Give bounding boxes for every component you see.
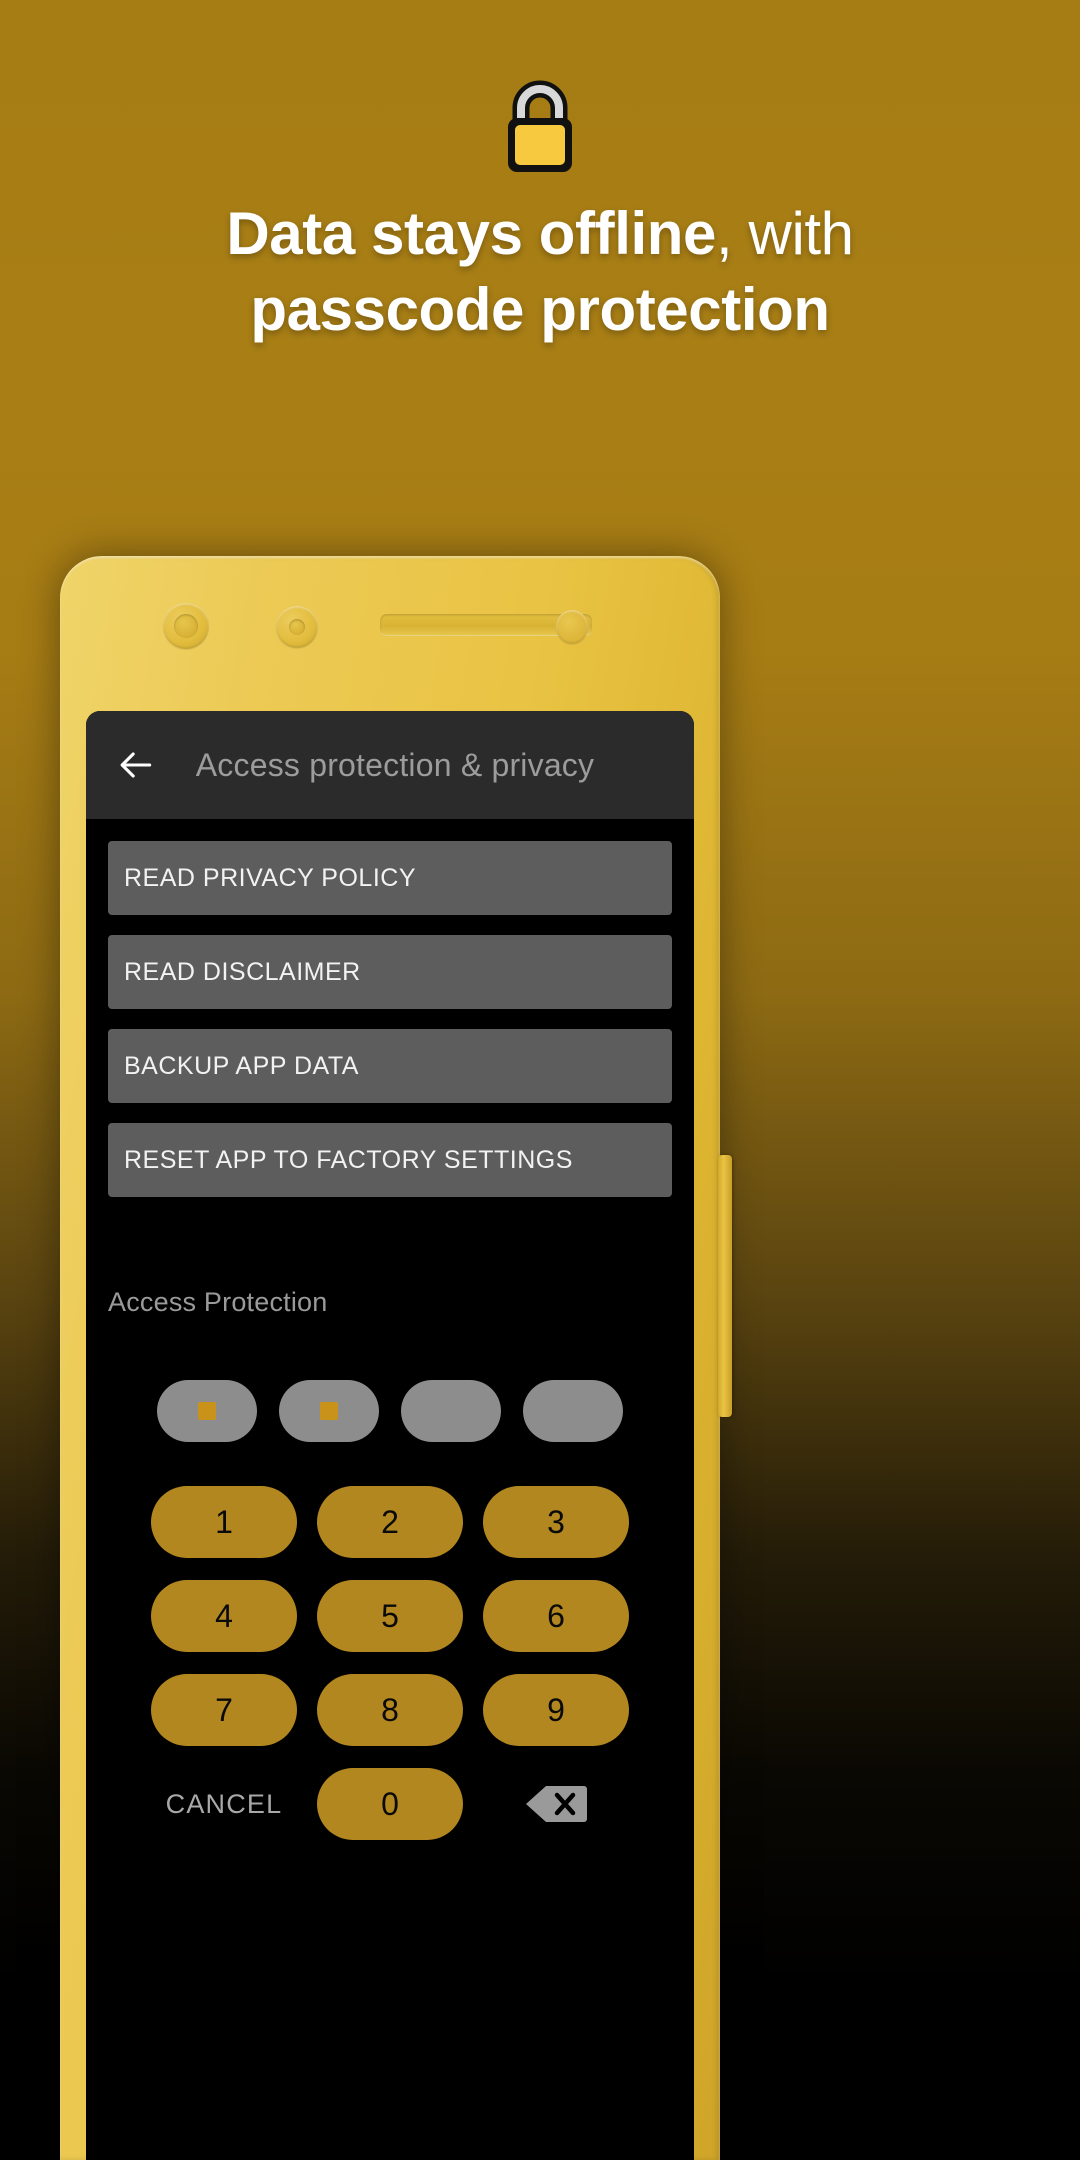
passcode-indicator-row xyxy=(86,1380,694,1442)
key-0[interactable]: 0 xyxy=(317,1768,463,1840)
key-2[interactable]: 2 xyxy=(317,1486,463,1558)
proximity-sensor-icon xyxy=(276,606,318,648)
padlock-icon xyxy=(497,76,583,176)
numeric-keypad: 1 2 3 4 5 6 7 8 9 CANCEL 0 xyxy=(86,1486,694,1840)
key-1[interactable]: 1 xyxy=(151,1486,297,1558)
headline-line-2: passcode protection xyxy=(250,276,830,343)
keypad-row-2: 4 5 6 xyxy=(102,1580,678,1652)
read-disclaimer-button[interactable]: READ DISCLAIMER xyxy=(108,935,672,1009)
read-privacy-policy-button[interactable]: READ PRIVACY POLICY xyxy=(108,841,672,915)
camera-icon xyxy=(163,603,209,649)
passcode-slot-4[interactable] xyxy=(523,1380,623,1442)
headline-regular-1: , with xyxy=(715,200,854,267)
key-9[interactable]: 9 xyxy=(483,1674,629,1746)
backup-app-data-button[interactable]: BACKUP APP DATA xyxy=(108,1029,672,1103)
keypad-row-3: 7 8 9 xyxy=(102,1674,678,1746)
access-protection-section-label: Access Protection xyxy=(108,1287,328,1317)
key-7[interactable]: 7 xyxy=(151,1674,297,1746)
promo-screenshot: Data stays offline, with passcode protec… xyxy=(0,0,1080,2160)
key-8[interactable]: 8 xyxy=(317,1674,463,1746)
passcode-filled-dot xyxy=(320,1402,338,1420)
action-button-label: BACKUP APP DATA xyxy=(124,1051,359,1080)
headline-line-1: Data stays offline, with xyxy=(40,196,1040,272)
phone-mockup: Access protection & privacy READ PRIVACY… xyxy=(60,556,720,2160)
reset-app-to-factory-settings-button[interactable]: RESET APP TO FACTORY SETTINGS xyxy=(108,1123,672,1197)
passcode-filled-dot xyxy=(198,1402,216,1420)
passcode-slot-3[interactable] xyxy=(401,1380,501,1442)
keypad-row-4: CANCEL 0 xyxy=(102,1768,678,1840)
light-sensor-icon xyxy=(556,610,588,644)
passcode-slot-1[interactable] xyxy=(157,1380,257,1442)
key-5[interactable]: 5 xyxy=(317,1580,463,1652)
key-6[interactable]: 6 xyxy=(483,1580,629,1652)
action-button-label: READ PRIVACY POLICY xyxy=(124,863,416,892)
key-3[interactable]: 3 xyxy=(483,1486,629,1558)
key-4[interactable]: 4 xyxy=(151,1580,297,1652)
backspace-icon[interactable] xyxy=(483,1782,629,1826)
passcode-slot-2[interactable] xyxy=(279,1380,379,1442)
page-title: Data stays offline, with passcode protec… xyxy=(0,196,1080,348)
power-button[interactable] xyxy=(718,1155,732,1417)
app-bar-title: Access protection & privacy xyxy=(195,746,595,783)
cancel-button[interactable]: CANCEL xyxy=(151,1789,297,1820)
phone-screen: Access protection & privacy READ PRIVACY… xyxy=(86,711,694,2160)
app-bar: Access protection & privacy xyxy=(86,711,694,819)
action-button-label: RESET APP TO FACTORY SETTINGS xyxy=(124,1145,573,1174)
headline-bold-1: Data stays offline xyxy=(226,200,716,267)
action-button-label: READ DISCLAIMER xyxy=(124,957,361,986)
action-button-list: READ PRIVACY POLICY READ DISCLAIMER BACK… xyxy=(86,819,694,1197)
back-arrow-icon[interactable] xyxy=(104,734,166,796)
keypad-row-1: 1 2 3 xyxy=(102,1486,678,1558)
